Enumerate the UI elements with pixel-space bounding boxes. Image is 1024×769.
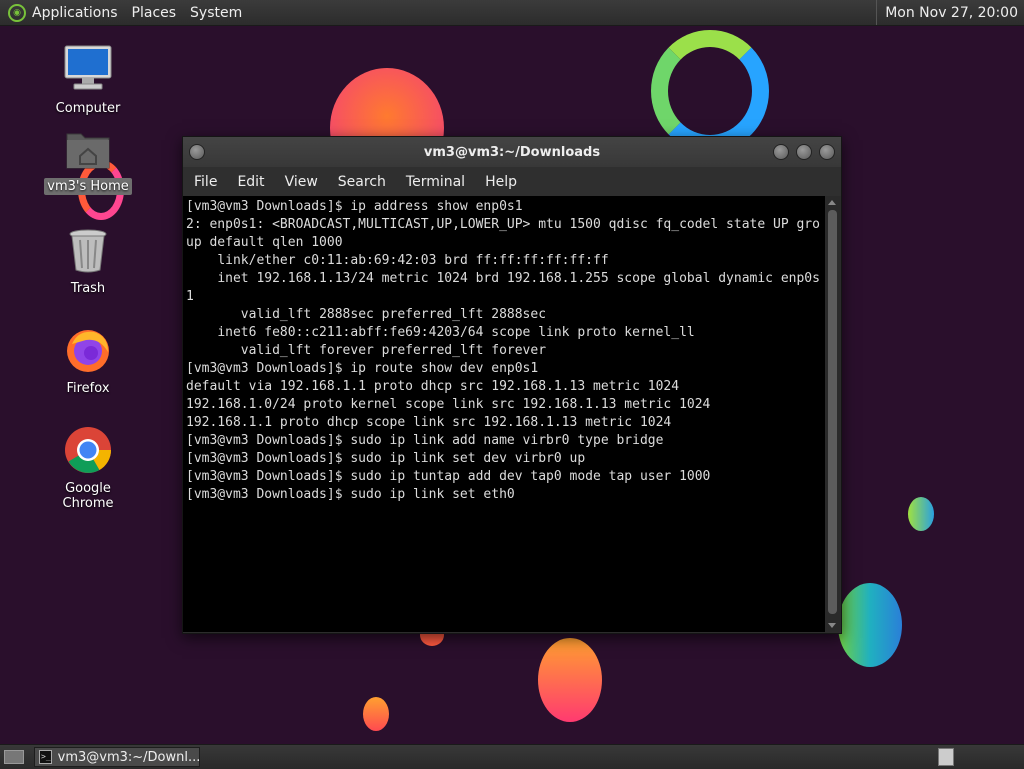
scroll-up-arrow-icon[interactable] — [828, 200, 836, 205]
scroll-down-arrow-icon[interactable] — [828, 623, 836, 628]
system-menu[interactable]: System — [190, 5, 242, 21]
wallpaper-green-ring — [651, 30, 769, 152]
terminal-line: [vm3@vm3 Downloads]$ ip address show enp… — [186, 199, 523, 214]
menu-edit[interactable]: Edit — [227, 174, 274, 190]
menu-view[interactable]: View — [275, 174, 328, 190]
close-button[interactable] — [819, 144, 835, 160]
desktop-icon-label: vm3's Home — [44, 178, 132, 195]
menu-search[interactable]: Search — [328, 174, 396, 190]
desktop-icon-label: Firefox — [66, 381, 110, 396]
bottom-panel: >_ vm3@vm3:~/Downl... — [0, 744, 1024, 769]
chrome-icon — [65, 427, 112, 473]
terminal-line: valid_lft 2888sec preferred_lft 2888sec — [240, 307, 547, 322]
terminal-window: vm3@vm3:~/Downloads File Edit View Searc… — [182, 136, 842, 634]
terminal-line: [vm3@vm3 Downloads]$ sudo ip link set et… — [186, 487, 515, 502]
vertical-scrollbar[interactable] — [825, 196, 840, 632]
home-folder-icon — [66, 133, 110, 169]
desktop-icon-firefox[interactable]: Firefox — [38, 326, 138, 397]
terminal-menubar: File Edit View Search Terminal Help — [183, 167, 841, 196]
desktop-icon-label: Computer — [55, 101, 121, 116]
terminal-line: [vm3@vm3 Downloads]$ sudo ip link add na… — [186, 433, 664, 448]
taskbar-terminal-button[interactable]: >_ vm3@vm3:~/Downl... — [34, 747, 200, 767]
places-menu[interactable]: Places — [132, 5, 177, 21]
computer-icon — [64, 45, 112, 90]
clock[interactable]: Mon Nov 27, 20:00 — [885, 5, 1018, 21]
terminal-line: 2: enp0s1: <BROADCAST,MULTICAST,UP,LOWER… — [186, 217, 820, 250]
terminal-line: [vm3@vm3 Downloads]$ sudo ip tuntap add … — [186, 469, 711, 484]
menu-file[interactable]: File — [183, 174, 227, 190]
applications-menu[interactable]: Applications — [32, 5, 118, 21]
terminal-line: valid_lft forever preferred_lft forever — [240, 343, 547, 358]
show-desktop-icon[interactable] — [4, 750, 24, 764]
panel-separator — [876, 0, 878, 25]
window-titlebar[interactable]: vm3@vm3:~/Downloads — [183, 137, 841, 167]
workspace-switcher[interactable] — [938, 748, 954, 766]
maximize-button[interactable] — [796, 144, 812, 160]
menu-help[interactable]: Help — [475, 174, 527, 190]
terminal-line: inet6 fe80::c211:abff:fe69:4203/64 scope… — [217, 325, 695, 340]
terminal-line: [vm3@vm3 Downloads]$ sudo ip link set de… — [186, 451, 586, 466]
terminal-line: inet 192.168.1.13/24 metric 1024 brd 192… — [186, 271, 820, 304]
wallpaper-blue-oval — [838, 583, 902, 667]
scrollbar-thumb[interactable] — [828, 210, 837, 614]
terminal-line: 192.168.1.0/24 proto kernel scope link s… — [186, 397, 711, 412]
desktop-icon-computer[interactable]: Computer — [38, 44, 138, 117]
desktop-icon-label: Trash — [70, 281, 106, 296]
wallpaper-small-blue-oval — [908, 497, 934, 531]
distro-logo-icon[interactable]: ◉ — [8, 3, 26, 22]
wallpaper-small-oval — [363, 697, 389, 731]
window-menu-button[interactable] — [189, 144, 205, 160]
taskbar-label: vm3@vm3:~/Downl... — [57, 749, 201, 765]
trash-icon — [69, 229, 107, 273]
firefox-icon — [67, 330, 109, 372]
desktop-icon-label: Google Chrome — [62, 481, 114, 511]
desktop-icon-trash[interactable]: Trash — [38, 228, 138, 297]
top-panel: ◉ Applications Places System Mon Nov 27,… — [0, 0, 1024, 26]
desktop-icon-home[interactable]: vm3's Home — [38, 128, 138, 195]
desktop-icon-chrome[interactable]: Google Chrome — [38, 426, 138, 512]
window-title: vm3@vm3:~/Downloads — [423, 144, 601, 160]
terminal-icon: >_ — [39, 750, 52, 764]
terminal-line: default via 192.168.1.1 proto dhcp src 1… — [186, 379, 680, 394]
wallpaper-orange-oval — [538, 638, 602, 722]
minimize-button[interactable] — [773, 144, 789, 160]
terminal-line: link/ether c0:11:ab:69:42:03 brd ff:ff:f… — [217, 253, 609, 268]
terminal-line: [vm3@vm3 Downloads]$ ip route show dev e… — [186, 361, 539, 376]
terminal-text: [vm3@vm3 Downloads]$ ip address show enp… — [183, 196, 825, 504]
terminal-output[interactable]: [vm3@vm3 Downloads]$ ip address show enp… — [183, 196, 825, 632]
terminal-line: 192.168.1.1 proto dhcp scope link src 19… — [186, 415, 672, 430]
menu-terminal[interactable]: Terminal — [396, 174, 475, 190]
